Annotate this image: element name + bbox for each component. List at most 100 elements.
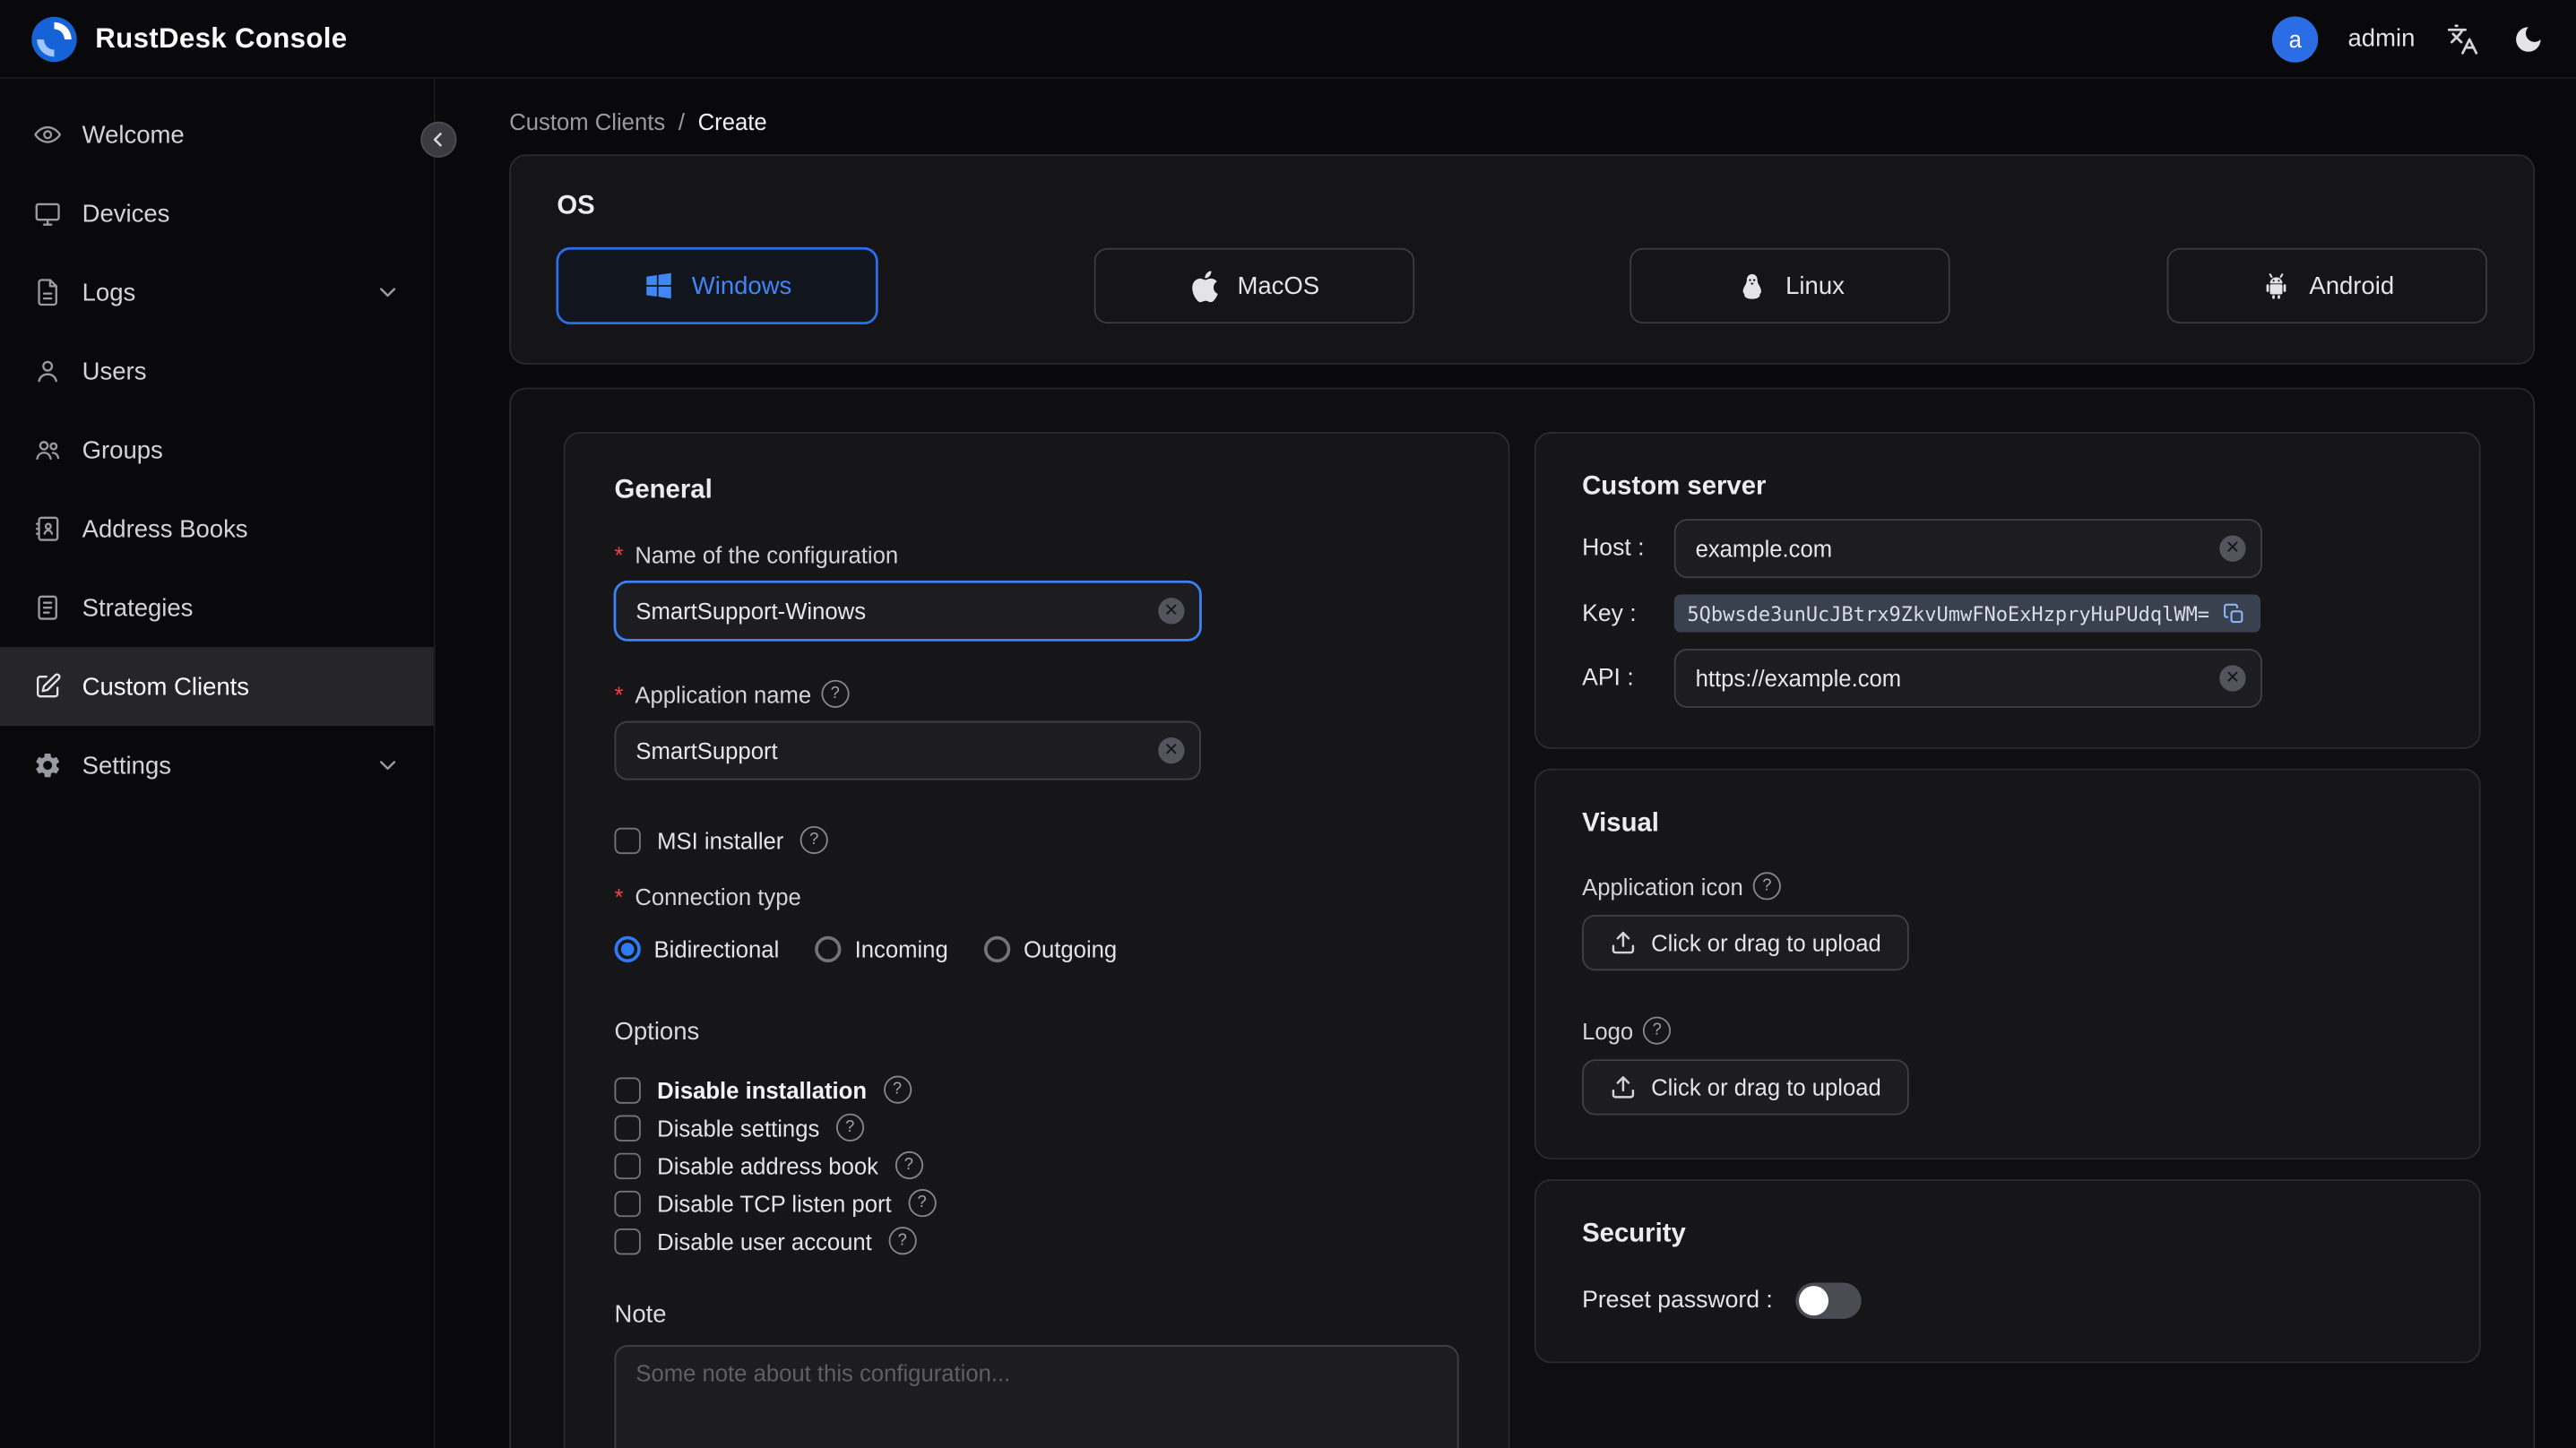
copy-key-button[interactable] <box>2223 601 2247 625</box>
msi-installer-row: MSI installer ? <box>614 825 1459 855</box>
help-icon[interactable]: ? <box>1643 1016 1672 1045</box>
host-label: Host : <box>1582 535 1645 562</box>
sidebar-item-users[interactable]: Users <box>0 332 434 410</box>
os-button-windows[interactable]: Windows <box>557 247 877 324</box>
breadcrumb: Custom Clients / Create <box>509 108 2535 134</box>
help-icon[interactable]: ? <box>883 1075 912 1104</box>
os-button-linux[interactable]: Linux <box>1629 247 1951 324</box>
logo-upload-button[interactable]: Click or drag to upload <box>1582 1059 1909 1116</box>
api-input-wrapper: ✕ <box>1673 648 2262 708</box>
server-key-chip: 5Qbwsde3unUcJBtrx9ZkvUmwFNoExHzpryHuPUdq… <box>1673 594 2260 633</box>
breadcrumb-separator: / <box>678 108 685 135</box>
help-icon[interactable]: ? <box>895 1151 923 1180</box>
host-input[interactable] <box>1695 535 2212 562</box>
sidebar-collapse-button[interactable] <box>420 121 457 158</box>
radio-icon <box>815 935 842 963</box>
chevron-down-icon <box>375 280 401 306</box>
help-icon[interactable]: ? <box>800 825 828 855</box>
option-disable-installation: Disable installation ? <box>614 1075 1459 1104</box>
breadcrumb-current: Create <box>697 108 767 135</box>
android-robot-icon <box>2260 270 2293 303</box>
radio-outgoing[interactable]: Outgoing <box>984 935 1117 963</box>
disable-settings-checkbox[interactable] <box>614 1114 641 1141</box>
note-textarea[interactable] <box>614 1345 1459 1448</box>
dark-mode-moon-icon[interactable] <box>2511 21 2546 56</box>
api-input[interactable] <box>1695 665 2212 692</box>
radio-bidirectional[interactable]: Bidirectional <box>614 935 779 963</box>
translate-icon[interactable] <box>2444 21 2480 56</box>
required-marker: * <box>614 680 624 708</box>
upload-button-label: Click or drag to upload <box>1651 929 1881 956</box>
visual-title: Visual <box>1582 809 1659 838</box>
help-icon[interactable]: ? <box>821 679 850 708</box>
sidebar-item-strategies[interactable]: Strategies <box>0 568 434 647</box>
document-icon <box>33 278 63 307</box>
api-row: API : ✕ <box>1582 648 2433 708</box>
os-button-label: Windows <box>691 272 792 300</box>
disable-user-account-checkbox[interactable] <box>614 1228 641 1254</box>
options-list: Disable installation ? Disable settings … <box>614 1075 1459 1255</box>
upload-button-label: Click or drag to upload <box>1651 1073 1881 1101</box>
custom-server-title: Custom server <box>1582 472 1767 502</box>
key-label: Key : <box>1582 599 1637 627</box>
app-title: RustDesk Console <box>95 22 348 54</box>
option-disable-address-book: Disable address book ? <box>614 1151 1459 1180</box>
os-section-title: OS <box>557 192 595 220</box>
help-icon[interactable]: ? <box>907 1189 937 1218</box>
help-icon[interactable]: ? <box>888 1227 917 1255</box>
os-button-label: MacOS <box>1237 272 1320 300</box>
radio-icon <box>984 935 1011 963</box>
linux-penguin-icon <box>1736 270 1769 303</box>
clear-icon[interactable]: ✕ <box>1158 737 1185 764</box>
copy-icon <box>2224 602 2244 623</box>
clear-icon[interactable]: ✕ <box>2219 535 2246 562</box>
top-bar-right: a admin <box>2272 15 2546 62</box>
application-name-input[interactable] <box>635 737 1151 764</box>
sidebar-item-devices[interactable]: Devices <box>0 174 434 253</box>
rustdesk-console-app: RustDesk Console a admin Welcome Devices… <box>0 0 2576 1448</box>
help-icon[interactable]: ? <box>835 1113 864 1142</box>
sidebar-item-custom-clients[interactable]: Custom Clients <box>0 647 434 727</box>
general-card: General * Name of the configuration ✕ * … <box>563 432 1510 1448</box>
sidebar-item-label: Strategies <box>82 593 194 622</box>
toggle-knob <box>1799 1286 1829 1316</box>
user-icon <box>33 357 63 386</box>
config-name-input[interactable] <box>635 598 1151 625</box>
upload-icon <box>1610 929 1636 955</box>
disable-installation-checkbox[interactable] <box>614 1076 641 1103</box>
sidebar-item-groups[interactable]: Groups <box>0 410 434 489</box>
host-row: Host : ✕ <box>1582 519 2433 579</box>
strategy-icon <box>33 593 63 623</box>
disable-tcp-listen-port-checkbox[interactable] <box>614 1189 641 1217</box>
rustdesk-logo-icon <box>30 14 79 64</box>
help-icon[interactable]: ? <box>1752 872 1781 901</box>
application-name-input-wrapper: ✕ <box>614 720 1201 780</box>
security-title: Security <box>1582 1220 1686 1249</box>
radio-incoming[interactable]: Incoming <box>815 935 948 963</box>
msi-installer-checkbox[interactable] <box>614 826 641 854</box>
preset-password-toggle[interactable] <box>1795 1282 1862 1319</box>
os-button-android[interactable]: Android <box>2166 247 2487 324</box>
radio-icon <box>614 935 641 963</box>
username[interactable]: admin <box>2347 24 2415 52</box>
application-icon-upload-button[interactable]: Click or drag to upload <box>1582 914 1909 971</box>
sidebar-item-welcome[interactable]: Welcome <box>0 95 434 174</box>
preset-password-row: Preset password : <box>1582 1282 2433 1319</box>
upload-icon <box>1610 1074 1636 1100</box>
sidebar-item-settings[interactable]: Settings <box>0 726 434 805</box>
os-button-macos[interactable]: MacOS <box>1094 247 1414 324</box>
host-input-wrapper: ✕ <box>1673 519 2262 579</box>
top-bar: RustDesk Console a admin <box>0 0 2576 79</box>
main-content: Custom Clients / Create OS Windows MacOS… <box>436 79 2576 1448</box>
disable-address-book-checkbox[interactable] <box>614 1151 641 1179</box>
os-options-row: Windows MacOS Linux Android <box>557 247 2487 324</box>
visual-card: Visual Application icon ? Click or drag … <box>1534 768 2481 1160</box>
sidebar-item-logs[interactable]: Logs <box>0 253 434 332</box>
breadcrumb-parent-link[interactable]: Custom Clients <box>509 108 665 134</box>
clear-icon[interactable]: ✕ <box>1158 598 1185 625</box>
clear-icon[interactable]: ✕ <box>2219 665 2246 692</box>
sidebar-item-label: Welcome <box>82 120 185 149</box>
avatar[interactable]: a <box>2272 15 2319 62</box>
security-card: Security Preset password : <box>1534 1179 2481 1364</box>
sidebar-item-address-books[interactable]: Address Books <box>0 489 434 568</box>
